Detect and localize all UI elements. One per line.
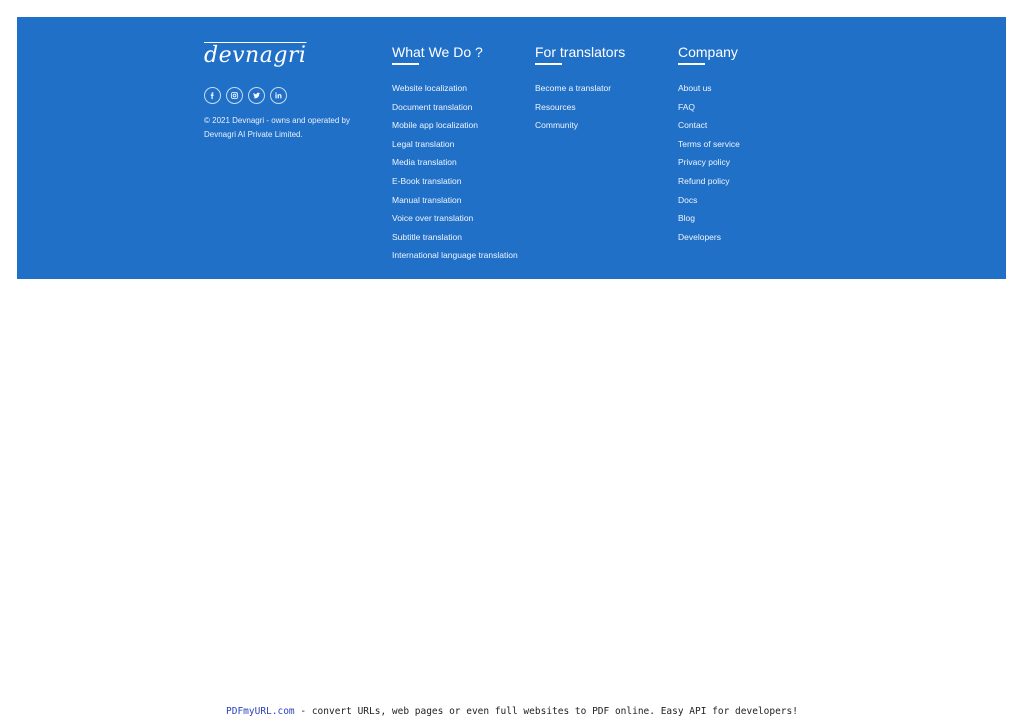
twitter-icon[interactable] (248, 87, 265, 104)
footer-brand: devnagri © 2021 Devnagri - owns and oper… (204, 39, 384, 142)
pdfmyurl-link[interactable]: PDFmyURL.com (226, 706, 295, 717)
what-we-do-link[interactable]: Voice over translation (392, 209, 518, 228)
what-we-do-column: What We Do ? Website localization Docume… (392, 43, 518, 265)
company-link[interactable]: Docs (678, 191, 740, 210)
social-links (204, 87, 384, 104)
linkedin-icon[interactable] (270, 87, 287, 104)
heading-underline (535, 63, 562, 65)
heading-underline (392, 63, 419, 65)
company-column: Company About us FAQ Contact Terms of se… (678, 43, 740, 246)
company-link[interactable]: Contact (678, 116, 740, 135)
what-we-do-link[interactable]: Subtitle translation (392, 228, 518, 247)
copyright-line-1: © 2021 Devnagri - owns and operated by (204, 116, 350, 125)
what-we-do-link[interactable]: E-Book translation (392, 172, 518, 191)
what-we-do-link[interactable]: Legal translation (392, 135, 518, 154)
company-heading: Company (678, 44, 738, 60)
what-we-do-list: Website localization Document translatio… (392, 79, 518, 265)
company-link[interactable]: About us (678, 79, 740, 98)
company-link[interactable]: Terms of service (678, 135, 740, 154)
for-translators-list: Become a translator Resources Community (535, 79, 625, 135)
what-we-do-link[interactable]: Website localization (392, 79, 518, 98)
for-translators-link[interactable]: Community (535, 116, 625, 135)
copyright-line-2: Devnagri AI Private Limited. (204, 130, 303, 139)
what-we-do-heading: What We Do ? (392, 44, 483, 60)
company-link[interactable]: Refund policy (678, 172, 740, 191)
what-we-do-link[interactable]: Manual translation (392, 191, 518, 210)
company-link[interactable]: Blog (678, 209, 740, 228)
devnagri-logo[interactable]: devnagri (204, 39, 384, 73)
company-link[interactable]: Privacy policy (678, 153, 740, 172)
company-list: About us FAQ Contact Terms of service Pr… (678, 79, 740, 246)
for-translators-link[interactable]: Become a translator (535, 79, 625, 98)
what-we-do-link[interactable]: Document translation (392, 98, 518, 117)
site-footer: devnagri © 2021 Devnagri - owns and oper… (17, 17, 1006, 279)
instagram-icon[interactable] (226, 87, 243, 104)
what-we-do-link[interactable]: Mobile app localization (392, 116, 518, 135)
for-translators-link[interactable]: Resources (535, 98, 625, 117)
copyright-text: © 2021 Devnagri - owns and operated by D… (204, 114, 374, 142)
for-translators-column: For translators Become a translator Reso… (535, 43, 625, 135)
heading-underline (678, 63, 705, 65)
what-we-do-link[interactable]: Media translation (392, 153, 518, 172)
for-translators-heading: For translators (535, 44, 626, 60)
what-we-do-link[interactable]: International language translation (392, 246, 518, 265)
pdf-banner-text: - convert URLs, web pages or even full w… (294, 706, 798, 717)
company-link[interactable]: FAQ (678, 98, 740, 117)
facebook-icon[interactable] (204, 87, 221, 104)
pdf-banner: PDFmyURL.com - convert URLs, web pages o… (0, 706, 1024, 717)
company-link[interactable]: Developers (678, 228, 740, 247)
